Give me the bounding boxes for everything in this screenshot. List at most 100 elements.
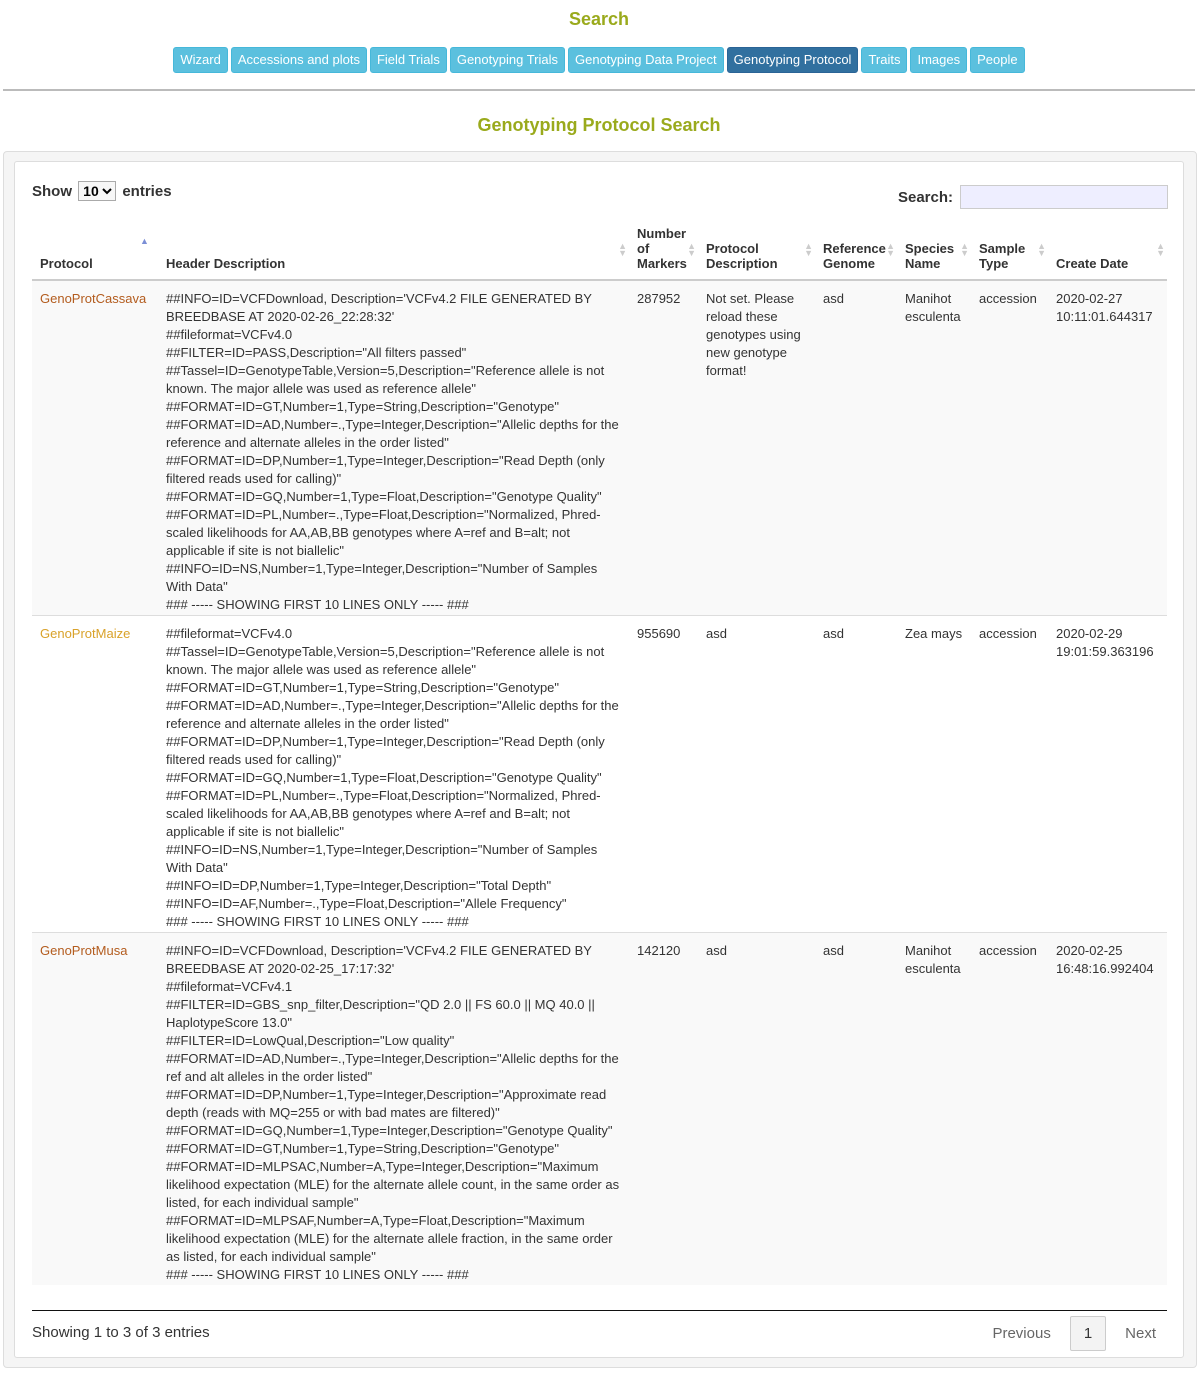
- sort-both-icon: ▲ ▼: [1156, 241, 1165, 258]
- nav-button-wizard[interactable]: Wizard: [173, 47, 228, 73]
- header-line: ##FORMAT=ID=GT,Number=1,Type=String,Desc…: [166, 1141, 560, 1156]
- divider: [3, 89, 1195, 91]
- header-line: ##FORMAT=ID=AD,Number=.,Type=Integer,Des…: [166, 417, 619, 450]
- header-line: ##Tassel=ID=GenotypeTable,Version=5,Desc…: [166, 644, 605, 677]
- nav-button-accessions-and-plots[interactable]: Accessions and plots: [230, 47, 367, 73]
- sort-both-icon: ▲ ▼: [960, 241, 969, 258]
- protocol-table: Protocol ▲ Header Description ▲ ▼ Number of M…: [32, 220, 1167, 1285]
- table-bottom-border: [32, 1310, 1167, 1311]
- header-line: ##FORMAT=ID=MLPSAC,Number=A,Type=Integer…: [166, 1159, 620, 1210]
- header-line: ##FILTER=ID=LowQual,Description="Low qua…: [166, 1033, 455, 1048]
- header-line: ### ----- SHOWING FIRST 10 LINES ONLY --…: [166, 597, 469, 612]
- reference-genome: asd: [823, 291, 844, 306]
- sort-both-icon: ▲ ▼: [618, 241, 627, 258]
- column-header-label: Sample Type: [979, 241, 1026, 271]
- header-line: ##INFO=ID=VCFDownload, Description='VCFv…: [166, 291, 592, 324]
- header-line: ##FORMAT=ID=PL,Number=.,Type=Float,Descr…: [166, 507, 601, 558]
- sort-both-icon: ▲ ▼: [1037, 241, 1046, 258]
- markers-count: 142120: [637, 943, 681, 958]
- nav-button-field-trials[interactable]: Field Trials: [369, 47, 447, 73]
- nav-button-genotyping-data-project[interactable]: Genotyping Data Project: [568, 47, 724, 73]
- column-header-species-name[interactable]: Species Name ▲ ▼: [897, 220, 971, 281]
- sort-both-icon: ▲ ▼: [804, 241, 813, 258]
- header-description-cell: ##INFO=ID=VCFDownload, Description='VCFv…: [158, 932, 629, 1285]
- next-page-button[interactable]: Next: [1112, 1317, 1169, 1350]
- sort-both-icon: ▲ ▼: [687, 241, 696, 258]
- column-header-number-of-markers[interactable]: Number of Markers ▲ ▼: [629, 220, 698, 281]
- create-date: 2020-02-29 19:01:59.363196: [1056, 626, 1154, 659]
- nav-button-people[interactable]: People: [970, 47, 1025, 73]
- protocol-link[interactable]: GenoProtCassava: [40, 291, 146, 306]
- column-header-protocol-description[interactable]: Protocol Description ▲ ▼: [698, 220, 815, 281]
- column-header-label: Species Name: [905, 241, 955, 271]
- header-description-cell: ##INFO=ID=VCFDownload, Description='VCFv…: [158, 280, 629, 616]
- header-line: ##FORMAT=ID=GT,Number=1,Type=String,Desc…: [166, 680, 560, 695]
- species-name: Zea mays: [905, 626, 963, 641]
- protocol-description: Not set. Please reload these genotypes u…: [706, 291, 801, 378]
- nav-button-genotyping-trials[interactable]: Genotyping Trials: [449, 47, 565, 73]
- markers-count: 955690: [637, 626, 681, 641]
- column-header-label: Header Description: [166, 256, 286, 271]
- header-line: ##FORMAT=ID=GQ,Number=1,Type=Float,Descr…: [166, 489, 602, 504]
- page-length-control: Show 10 entries: [32, 181, 172, 201]
- header-line: ##INFO=ID=NS,Number=1,Type=Integer,Descr…: [166, 842, 598, 875]
- column-header-reference-genome[interactable]: Reference Genome ▲ ▼: [815, 220, 897, 281]
- sample-type: accession: [979, 626, 1037, 641]
- nav-button-genotyping-protocol[interactable]: Genotyping Protocol: [726, 47, 859, 73]
- header-line: ##FORMAT=ID=DP,Number=1,Type=Integer,Des…: [166, 1087, 607, 1120]
- page-title: Search: [568, 9, 630, 29]
- sample-type: accession: [979, 943, 1037, 958]
- header-line: ##FORMAT=ID=AD,Number=.,Type=Integer,Des…: [166, 1051, 619, 1084]
- column-header-label: Number of Markers: [637, 226, 687, 271]
- search-nav: Wizard Accessions and plots Field Trials Ge…: [0, 47, 1198, 73]
- sort-ascending-icon: ▲: [140, 236, 149, 246]
- nav-button-images[interactable]: Images: [910, 47, 968, 73]
- column-header-header-description[interactable]: Header Description ▲ ▼: [158, 220, 629, 281]
- header-line: ##FORMAT=ID=PL,Number=.,Type=Float,Descr…: [166, 788, 601, 839]
- page-1-button[interactable]: 1: [1069, 1316, 1107, 1351]
- header-line: ##FORMAT=ID=AD,Number=.,Type=Integer,Des…: [166, 698, 619, 731]
- protocol-description: asd: [706, 943, 727, 958]
- header-line: ##Tassel=ID=GenotypeTable,Version=5,Desc…: [166, 363, 605, 396]
- column-header-label: Protocol Description: [706, 241, 778, 271]
- column-header-sample-type[interactable]: Sample Type ▲ ▼: [971, 220, 1048, 281]
- header-line: ##INFO=ID=AF,Number=.,Type=Float,Descrip…: [166, 896, 567, 911]
- header-line: ##FORMAT=ID=DP,Number=1,Type=Integer,Des…: [166, 453, 605, 486]
- markers-count: 287952: [637, 291, 681, 306]
- header-line: ##fileformat=VCFv4.0: [166, 327, 293, 342]
- header-line: ##FILTER=ID=GBS_snp_filter,Description="…: [166, 997, 595, 1030]
- column-header-label: Protocol: [40, 256, 93, 271]
- page-length-select[interactable]: 10: [78, 181, 117, 201]
- header-line: ##FORMAT=ID=DP,Number=1,Type=Integer,Des…: [166, 734, 605, 767]
- header-line: ### ----- SHOWING FIRST 10 LINES ONLY --…: [166, 914, 469, 929]
- sort-both-icon: ▲ ▼: [886, 241, 895, 258]
- species-name: Manihot esculenta: [905, 943, 961, 976]
- column-header-label: Create Date: [1056, 256, 1129, 271]
- header-line: ##FORMAT=ID=GQ,Number=1,Type=Float,Descr…: [166, 770, 602, 785]
- column-header-protocol[interactable]: Protocol ▲: [32, 220, 158, 281]
- search-label: Search:: [897, 188, 953, 206]
- header-line: ##INFO=ID=NS,Number=1,Type=Integer,Descr…: [166, 561, 598, 594]
- search-input[interactable]: [960, 185, 1168, 209]
- datatable-wrapper: Show 10 entries Search: Protocol ▲ Header …: [14, 161, 1184, 1358]
- sample-type: accession: [979, 291, 1037, 306]
- header-line: ##fileformat=VCFv4.1: [166, 979, 293, 994]
- previous-page-button[interactable]: Previous: [979, 1317, 1063, 1350]
- table-row: GenoProtMusa ##INFO=ID=VCFDownload, Descr…: [32, 932, 1167, 1285]
- protocol-description: asd: [706, 626, 727, 641]
- results-panel: Show 10 entries Search: Protocol ▲ Header …: [3, 151, 1197, 1368]
- table-row: GenoProtMaize ##fileformat=VCFv4.0 ##Tasse…: [32, 615, 1167, 933]
- header-line: ##INFO=ID=VCFDownload, Description='VCFv…: [166, 943, 592, 976]
- nav-button-traits[interactable]: Traits: [861, 47, 908, 73]
- header-line: ### ----- SHOWING FIRST 10 LINES ONLY --…: [166, 1267, 469, 1282]
- header-line: ##FORMAT=ID=GT,Number=1,Type=String,Desc…: [166, 399, 560, 414]
- header-line: ##fileformat=VCFv4.0: [166, 626, 293, 641]
- column-header-create-date[interactable]: Create Date ▲ ▼: [1048, 220, 1167, 281]
- protocol-link[interactable]: GenoProtMusa: [40, 943, 127, 958]
- create-date: 2020-02-25 16:48:16.992404: [1056, 943, 1154, 976]
- table-info: Showing 1 to 3 of 3 entries: [32, 1324, 210, 1341]
- reference-genome: asd: [823, 943, 844, 958]
- header-line: ##INFO=ID=DP,Number=1,Type=Integer,Descr…: [166, 878, 552, 893]
- protocol-link[interactable]: GenoProtMaize: [40, 626, 130, 641]
- header-line: ##FORMAT=ID=GQ,Number=1,Type=Integer,Des…: [166, 1123, 613, 1138]
